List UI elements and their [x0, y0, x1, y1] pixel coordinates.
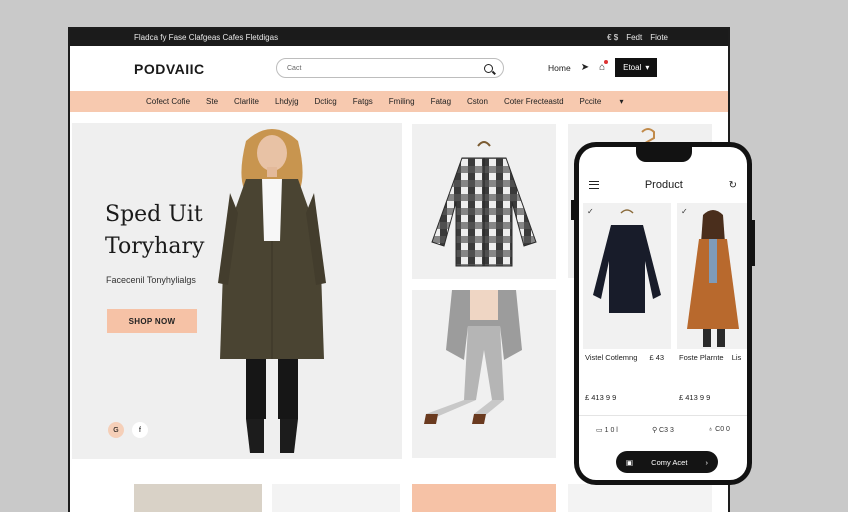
phone-cta-button[interactable]: ▣ Comy Acet › — [616, 451, 718, 473]
action-label: 1 0 l — [604, 427, 618, 434]
currency-link[interactable]: € $ — [607, 33, 618, 42]
top-bar: Fladca fy Fase Clafgeas Cafes Fletdigas … — [70, 29, 728, 46]
phone-product-card[interactable]: ✓ — [583, 203, 671, 349]
shop-now-button[interactable]: SHOP NOW — [107, 309, 197, 333]
share-icon: ⚲ — [651, 427, 658, 434]
product-price: £ 413 9 9 — [585, 393, 617, 402]
hamburger-menu-icon[interactable] — [589, 181, 599, 189]
product-card-sweater[interactable] — [568, 484, 712, 512]
phone-action-row: ▭ 1 0 l ⚲ C3 3 ♁ C0 0 — [579, 426, 747, 434]
nav-item[interactable]: Coter Frecteastd — [504, 97, 564, 106]
card-action-item[interactable]: ▭ 1 0 l — [596, 426, 618, 434]
heart-icon[interactable]: ✓ — [587, 207, 594, 216]
social-google-icon[interactable]: G — [108, 422, 124, 438]
hero-title: Sped Uit Toryhary — [105, 199, 204, 263]
phone-page-title: Product — [644, 179, 683, 191]
divider — [579, 415, 747, 416]
mobile-phone: Product ↻ ✓ ✓ Vistel Cotlemng £ 43 Foste… — [574, 142, 752, 485]
nav-item[interactable]: Fatgs — [353, 97, 373, 106]
cart-icon: ▣ — [626, 457, 634, 467]
search-icon[interactable] — [484, 63, 493, 73]
flannel-shirt-image — [431, 141, 537, 267]
nav-item[interactable]: Fmiling — [389, 97, 415, 106]
camel-coat-model-image — [687, 210, 739, 347]
product-card-peach[interactable] — [412, 484, 556, 512]
heart-icon[interactable]: ✓ — [681, 207, 688, 216]
black-sweater-image — [593, 209, 661, 313]
promo-text: Fladca fy Fase Clafgeas Cafes Fletdigas — [134, 33, 279, 42]
shop-dropdown-button[interactable]: Etoal ▾ — [615, 58, 658, 77]
action-label: C0 0 — [715, 426, 730, 433]
nav-item[interactable]: Cofect Cofie — [146, 97, 190, 106]
phone-header: Product ↻ — [579, 179, 747, 191]
send-icon[interactable]: ➤ — [581, 62, 589, 73]
cart-icon[interactable]: ⌂ — [599, 60, 609, 73]
chevron-down-icon: ▾ — [645, 63, 650, 72]
card-action-item[interactable]: ♁ C0 0 — [708, 426, 730, 434]
nav-item[interactable]: Fatag — [431, 97, 451, 106]
product-name: Foste Plarnte Lis — [679, 353, 741, 362]
phone-power-button — [752, 220, 755, 266]
bulb-icon: ♁ — [707, 426, 714, 433]
phone-product-card[interactable]: ✓ — [677, 203, 747, 349]
phone-notch — [636, 147, 692, 162]
phone-cta-label: Comy Acet — [651, 457, 688, 467]
search-placeholder: Cact — [287, 64, 302, 72]
product-card-flannel[interactable] — [412, 124, 556, 279]
product-name-text: Vistel Cotlemng — [585, 353, 638, 362]
hero-subtitle: Facecenil Tonyhylialgs — [106, 275, 196, 285]
product-tag: £ 43 — [649, 353, 665, 362]
grey-duster-outfit-image — [424, 290, 522, 424]
product-card-black[interactable] — [272, 484, 400, 512]
bag-icon: ▭ — [596, 427, 603, 434]
nav-item-label: Pccite — [579, 97, 602, 106]
shop-label: Etoal — [623, 63, 642, 72]
product-price: £ 413 9 9 — [679, 393, 711, 402]
topbar-link-1[interactable]: Fedt — [626, 33, 642, 42]
category-nav: Cofect Cofie Ste Clarlite Lhdyjg Dcticg … — [70, 91, 728, 112]
card-action-item[interactable]: ⚲ C3 3 — [652, 426, 674, 434]
hero-model-image — [218, 129, 326, 453]
nav-item[interactable]: Cston — [467, 97, 488, 106]
product-card-fur[interactable] — [134, 484, 262, 512]
topbar-link-2[interactable]: Fiote — [650, 33, 668, 42]
arrow-right-icon: › — [705, 457, 708, 467]
product-card-duster[interactable] — [412, 290, 556, 458]
site-header: PODVAIIC Cact Home ➤ ⌂ Etoal ▾ — [70, 46, 728, 91]
product-name: Vistel Cotlemng £ 43 — [585, 353, 664, 362]
hero-title-line: Toryhary — [105, 234, 205, 259]
nav-item[interactable]: Ste — [206, 97, 218, 106]
action-label: C3 3 — [659, 427, 674, 434]
hero-title-line: Sped Uit — [105, 202, 203, 227]
phone-screen: Product ↻ ✓ ✓ Vistel Cotlemng £ 43 Foste… — [579, 147, 747, 480]
product-name-text: Foste Plarnte — [679, 353, 724, 362]
product-tag: Lis — [731, 353, 742, 362]
social-facebook-icon[interactable]: f — [132, 422, 148, 438]
hero-banner: Sped Uit Toryhary Facecenil Tonyhylialgs… — [72, 123, 402, 459]
refresh-icon[interactable]: ↻ — [729, 180, 737, 191]
nav-item[interactable]: Dcticg — [315, 97, 337, 106]
nav-item[interactable]: Lhdyjg — [275, 97, 299, 106]
nav-item-dropdown[interactable]: Pccite ▾ — [580, 97, 624, 106]
search-input[interactable]: Cact — [276, 58, 504, 78]
logo[interactable]: PODVAIIC — [134, 61, 274, 77]
home-link[interactable]: Home — [548, 63, 571, 73]
nav-item[interactable]: Clarlite — [234, 97, 259, 106]
